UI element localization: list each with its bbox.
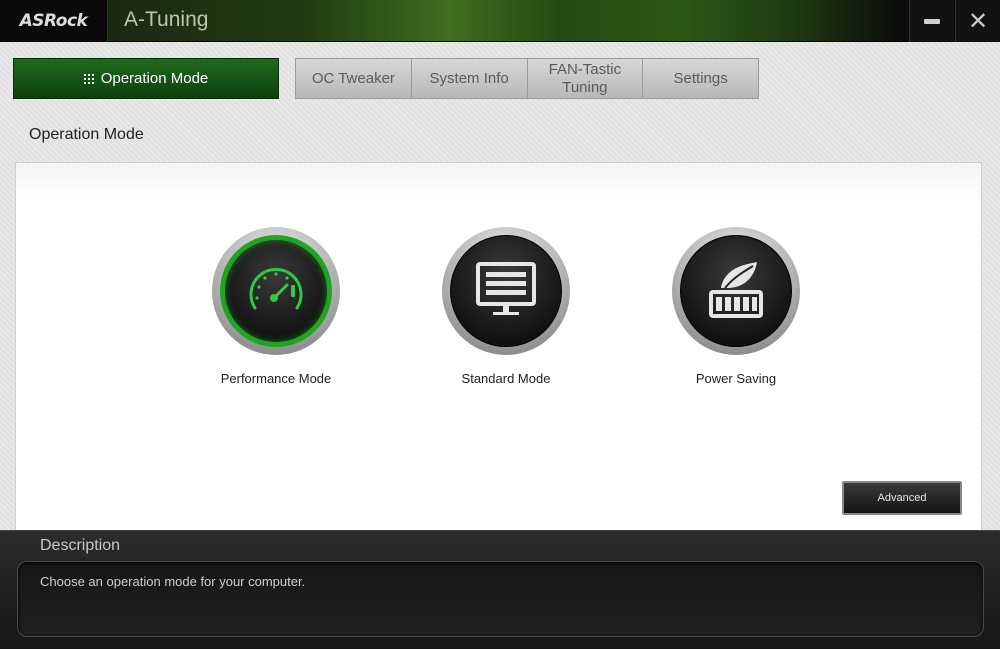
tab-oc-tweaker[interactable]: OC Tweaker	[296, 59, 412, 98]
title-bar: ASRock A-Tuning ✕	[0, 0, 1000, 42]
standard-mode-label: Standard Mode	[461, 371, 551, 386]
standard-mode-option[interactable]: Standard Mode	[416, 227, 596, 386]
description-text: Choose an operation mode for your comput…	[40, 574, 306, 589]
tab-fan-tastic-tuning-label: FAN-Tastic Tuning	[548, 60, 622, 96]
mode-panel: Performance Mode Standard Mode Power Sav…	[15, 162, 982, 530]
tab-system-info[interactable]: System Info	[412, 59, 528, 98]
minimize-button[interactable]	[909, 0, 954, 42]
performance-mode-label: Performance Mode	[220, 371, 332, 386]
power-saving-option[interactable]: Power Saving	[646, 227, 826, 386]
performance-mode-option[interactable]: Performance Mode	[186, 227, 366, 386]
asrock-logo: ASRock	[0, 0, 108, 42]
advanced-button[interactable]: Advanced	[842, 481, 962, 515]
close-icon: ✕	[967, 7, 989, 35]
speedometer-icon	[249, 267, 303, 310]
grid-icon	[83, 73, 94, 84]
tab-bar: OC Tweaker System Info FAN-Tastic Tuning…	[295, 58, 759, 99]
standard-mode-button[interactable]	[442, 227, 570, 355]
performance-mode-button[interactable]	[212, 227, 340, 355]
description-area: Description Choose an operation mode for…	[0, 530, 1000, 649]
tab-fan-tastic-tuning[interactable]: FAN-Tastic Tuning	[528, 59, 644, 98]
section-title: Operation Mode	[29, 126, 144, 143]
power-saving-label: Power Saving	[695, 371, 777, 386]
power-saving-button[interactable]	[672, 227, 800, 355]
description-box: Choose an operation mode for your comput…	[17, 561, 984, 637]
main-content: Operation Mode OC Tweaker System Info FA…	[0, 42, 1000, 530]
tab-settings[interactable]: Settings	[643, 59, 758, 98]
minimize-icon	[924, 19, 940, 24]
tab-operation-mode[interactable]: Operation Mode	[13, 58, 279, 99]
monitor-icon	[476, 262, 536, 315]
tab-operation-mode-label: Operation Mode	[100, 70, 209, 87]
app-title: A-Tuning	[124, 8, 209, 31]
leaf-battery-icon	[709, 262, 763, 318]
description-title: Description	[40, 537, 121, 554]
close-button[interactable]: ✕	[955, 0, 1000, 42]
